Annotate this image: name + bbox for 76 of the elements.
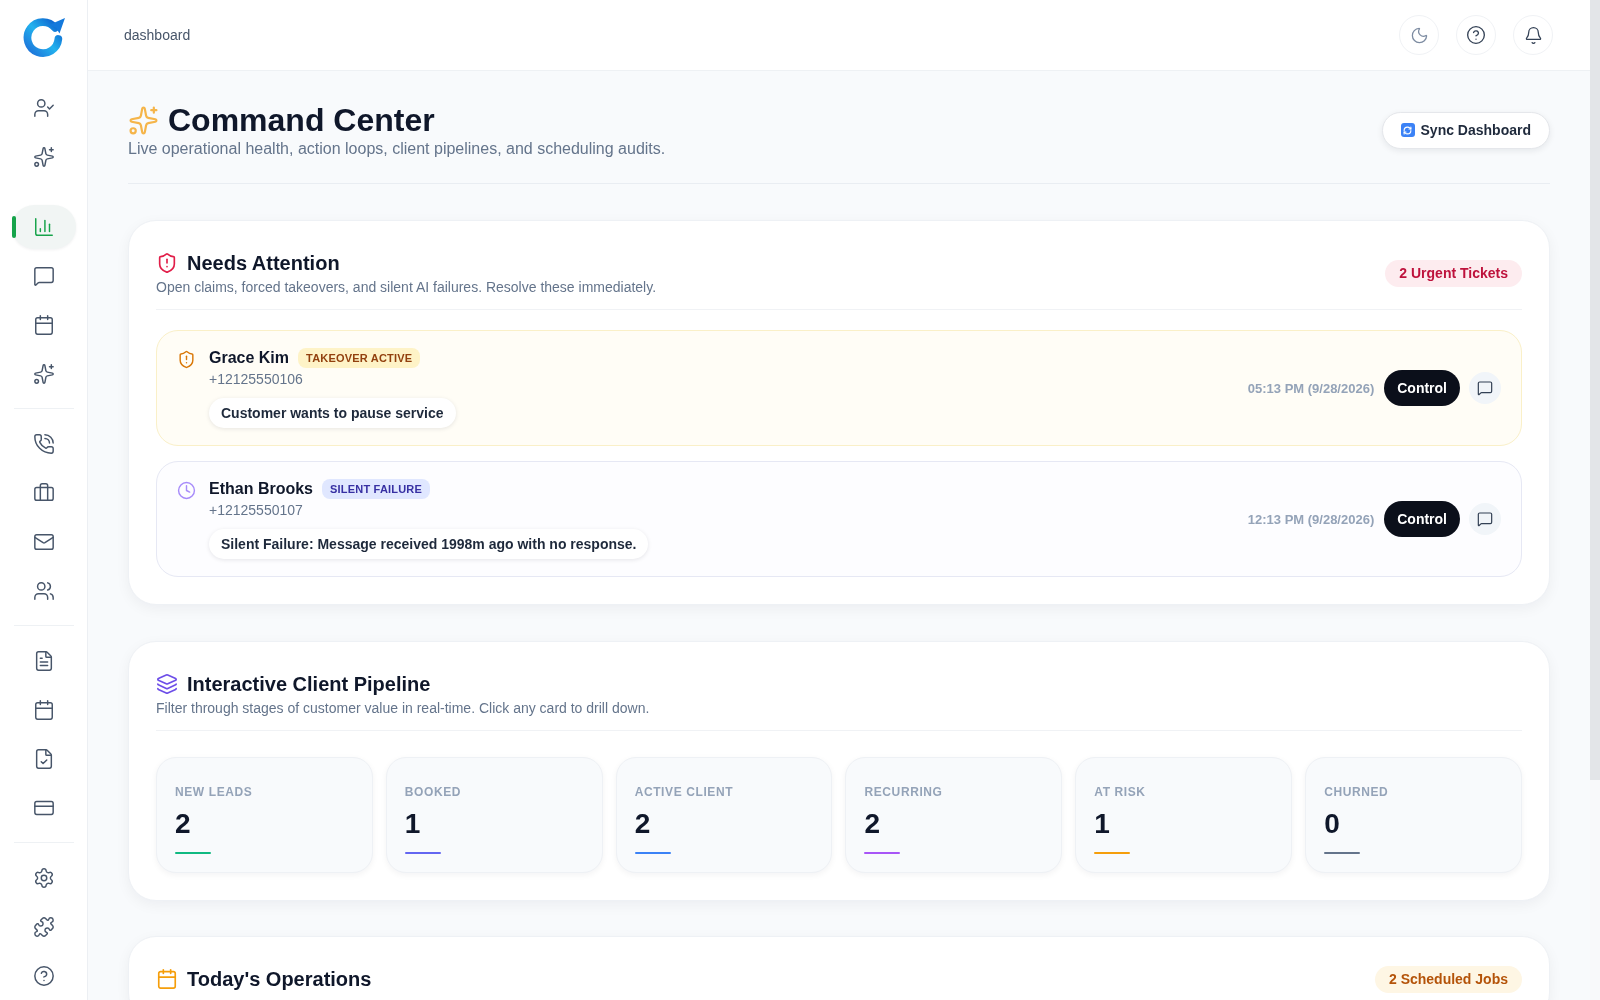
stage-card[interactable]: ACTIVE CLIENT 2 — [615, 757, 833, 873]
count-badge: 2 Urgent Tickets — [1385, 259, 1522, 287]
calendar-icon — [156, 968, 178, 990]
users-icon — [32, 580, 55, 602]
stage-count: 1 — [1094, 808, 1110, 840]
card-title: Needs Attention — [187, 251, 340, 276]
user-check-icon — [32, 97, 55, 119]
status-tag: TAKEOVER ACTIVE — [298, 348, 421, 368]
card-subtitle: Open claims, forced takeovers, and silent AI failures. Resolve these immediately. — [156, 278, 657, 297]
ring-logo-icon[interactable] — [22, 18, 65, 60]
card-title: Interactive Client Pipeline — [187, 672, 431, 697]
reason-pill: Silent Failure: Message received 1998m ago with no response. — [209, 529, 649, 559]
card-subtitle: Filter through stages of customer value in real-time. Click any card to drill down. — [156, 699, 650, 718]
message-button[interactable] — [1469, 372, 1501, 404]
sidebar-item[interactable] — [11, 205, 76, 249]
control-button[interactable]: Control — [1384, 370, 1460, 406]
active-indicator — [11, 216, 16, 238]
briefcase-icon — [32, 482, 55, 504]
sparkles-icon — [32, 363, 55, 385]
scrollbar-thumb[interactable] — [1590, 0, 1600, 780]
stage-count: 2 — [175, 808, 191, 840]
timestamp: 05:13 PM (9/28/2026) — [1247, 380, 1375, 396]
help-button[interactable] — [1456, 15, 1496, 55]
reason-pill: Customer wants to pause service — [209, 398, 456, 428]
stage-count: 2 — [634, 808, 651, 840]
help-icon — [1466, 25, 1486, 45]
calendar-icon — [32, 699, 55, 721]
stage-card[interactable]: BOOKED 1 — [385, 757, 603, 873]
card-title: Today's Operations — [187, 967, 372, 992]
mail-icon — [32, 531, 55, 553]
stage-card[interactable]: CHURNED 0 — [1305, 757, 1522, 873]
chat-bubble-icon — [1477, 380, 1493, 396]
stage-label: CHURNED — [1324, 784, 1389, 800]
layers-icon — [156, 673, 178, 695]
bar-chart-icon — [32, 216, 55, 238]
stage-label: BOOKED — [404, 784, 462, 800]
phone-number: +12125550106 — [209, 370, 303, 389]
bell-icon — [1523, 25, 1543, 45]
shield-alert-icon — [177, 350, 196, 369]
chat-bubble-icon — [1477, 511, 1493, 527]
page-subtitle: Live operational health, action loops, client pipelines, and scheduling audits. — [128, 139, 666, 159]
puzzle-icon — [32, 916, 55, 938]
stage-count: 2 — [864, 808, 881, 840]
notifications-button[interactable] — [1513, 15, 1553, 55]
stage-card[interactable]: AT RISK 1 — [1075, 757, 1293, 873]
breadcrumb: dashboard — [124, 27, 191, 43]
timestamp: 12:13 PM (9/28/2026) — [1247, 511, 1375, 527]
page-title: Command Center — [168, 101, 435, 139]
chat-bubble-icon — [32, 265, 55, 287]
stage-label: NEW LEADS — [175, 784, 253, 800]
contact-name: Grace Kim — [209, 349, 290, 367]
message-button[interactable] — [1469, 503, 1501, 535]
settings-icon — [32, 867, 55, 889]
stage-label: RECURRING — [864, 784, 943, 800]
phone-number: +12125550107 — [209, 501, 303, 520]
count-badge: 2 Scheduled Jobs — [1374, 965, 1522, 993]
stage-card[interactable]: NEW LEADS 2 — [156, 757, 373, 873]
sparkles-icon — [128, 104, 159, 136]
shield-alert-icon — [156, 252, 178, 274]
control-button[interactable]: Control — [1384, 501, 1460, 537]
stage-count: 0 — [1324, 808, 1340, 840]
status-tag: SILENT FAILURE — [322, 479, 431, 499]
moon-icon — [1409, 25, 1429, 45]
refresh-icon — [1400, 123, 1415, 137]
theme-toggle-button[interactable] — [1399, 15, 1439, 55]
contact-name: Ethan Brooks — [209, 480, 313, 498]
stage-card[interactable]: RECURRING 2 — [845, 757, 1063, 873]
help-icon — [32, 965, 55, 987]
sparkles-icon — [32, 146, 55, 168]
phone-icon — [32, 433, 55, 455]
calendar-icon — [32, 314, 55, 336]
stage-label: ACTIVE CLIENT — [634, 784, 734, 800]
sync-dashboard-button[interactable]: Sync Dashboard — [1381, 111, 1550, 149]
stage-count: 1 — [404, 808, 421, 840]
stage-label: AT RISK — [1094, 784, 1146, 800]
clock-icon — [177, 481, 196, 500]
